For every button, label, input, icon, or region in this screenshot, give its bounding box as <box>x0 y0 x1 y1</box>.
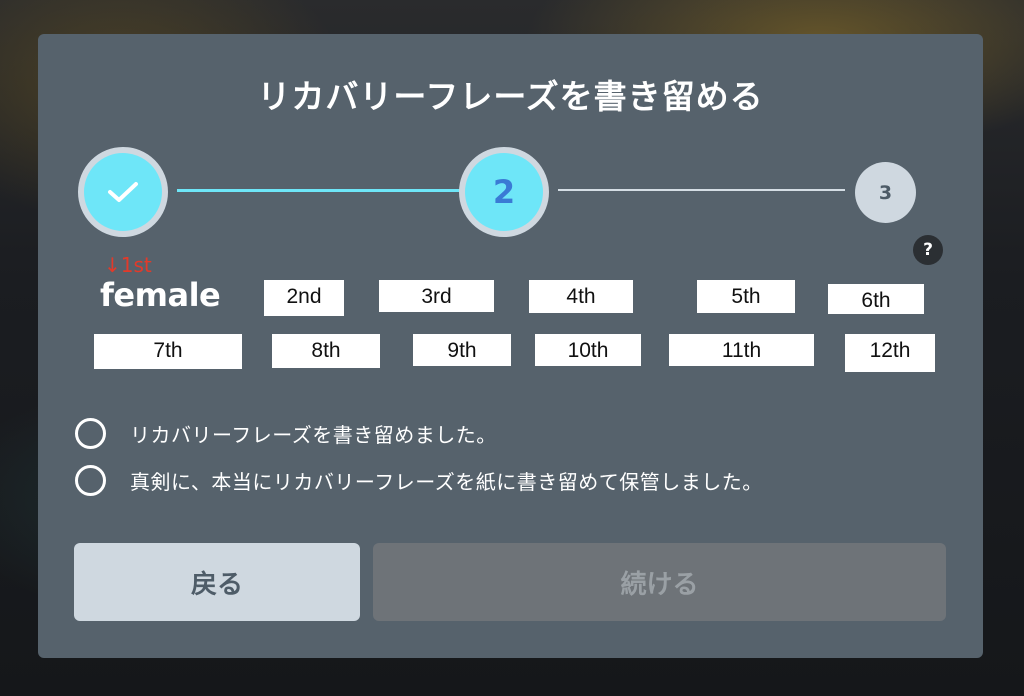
continue-button[interactable]: 続ける <box>373 543 946 621</box>
phrase-word-7: 7th <box>94 334 242 369</box>
confirm-written-row[interactable]: リカバリーフレーズを書き留めました。 <box>75 418 497 449</box>
confirm-written-label: リカバリーフレーズを書き留めました。 <box>130 423 497 447</box>
back-button[interactable]: 戻る <box>74 543 360 621</box>
stepper-line-completed <box>177 189 462 192</box>
phrase-word-6: 6th <box>828 284 924 314</box>
phrase-word-1: female <box>100 276 221 314</box>
step-3-pending: 3 <box>855 162 916 223</box>
phrase-word-12: 12th <box>845 334 935 372</box>
step-1-completed <box>78 147 168 237</box>
help-icon[interactable]: ? <box>913 235 943 265</box>
phrase-word-8: 8th <box>272 334 380 368</box>
step-2-current: 2 <box>459 147 549 237</box>
confirm-stored-label: 真剣に、本当にリカバリーフレーズを紙に書き留めて保管しました。 <box>130 470 763 494</box>
dialog-title: リカバリーフレーズを書き留める <box>257 77 764 116</box>
confirm-stored-checkbox[interactable] <box>75 465 106 496</box>
checkmark-icon <box>108 182 138 202</box>
phrase-word-11: 11th <box>669 334 814 366</box>
phrase-word-2: 2nd <box>264 280 344 316</box>
phrase-word-4: 4th <box>529 280 633 313</box>
confirm-stored-row[interactable]: 真剣に、本当にリカバリーフレーズを紙に書き留めて保管しました。 <box>75 465 763 496</box>
phrase-word-5: 5th <box>697 280 795 313</box>
phrase-word-10: 10th <box>535 334 641 366</box>
phrase-word-3: 3rd <box>379 280 494 312</box>
phrase-word-9: 9th <box>413 334 511 366</box>
stepper-line-pending <box>558 189 845 191</box>
first-word-marker: ↓1st <box>104 253 152 277</box>
confirm-written-checkbox[interactable] <box>75 418 106 449</box>
